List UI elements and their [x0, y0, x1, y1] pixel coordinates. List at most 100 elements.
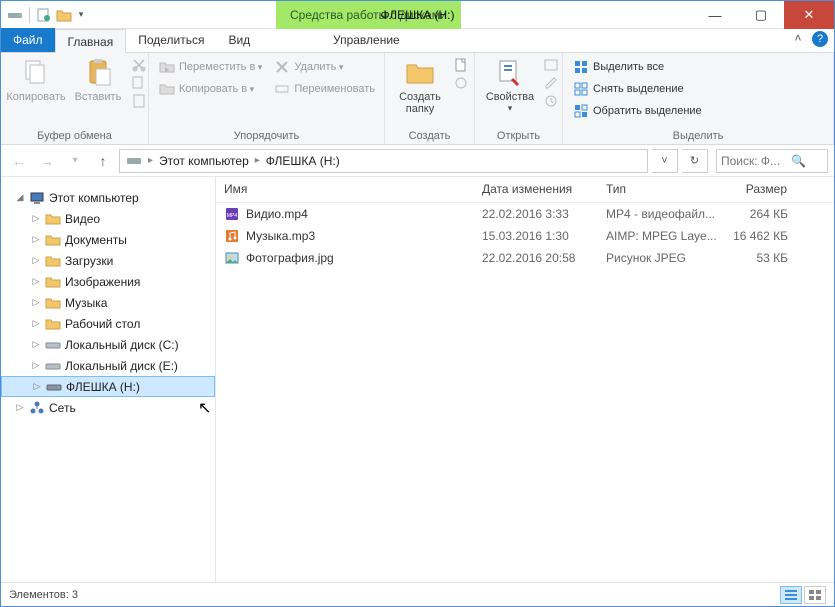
col-size[interactable]: Размер: [720, 177, 796, 202]
file-name: Видио.mp4: [246, 207, 308, 221]
help-button[interactable]: ?: [812, 31, 828, 47]
tree-item-label: ФЛЕШКА (H:): [66, 380, 140, 394]
rename-icon: [274, 81, 290, 97]
tree-network[interactable]: ▷ Сеть: [1, 397, 215, 418]
ribbon-collapse-button[interactable]: ˄: [790, 31, 806, 47]
tree-item-label: Локальный диск (C:): [65, 338, 179, 352]
invert-selection-button[interactable]: Обратить выделение: [569, 101, 706, 121]
tree-item[interactable]: ▷ Рабочий стол: [1, 313, 215, 334]
title-bar: ▾ Средства работы с дисками ФЛЕШКА (H:) …: [1, 1, 834, 29]
search-input[interactable]: [721, 154, 791, 168]
copy-button[interactable]: Копировать: [7, 55, 65, 105]
file-size: 264 КБ: [720, 207, 796, 221]
qat-dropdown[interactable]: ▾: [76, 9, 86, 20]
view-details-button[interactable]: [780, 586, 802, 604]
select-none-label: Снять выделение: [593, 83, 684, 95]
nav-up-button[interactable]: ↑: [91, 149, 115, 173]
properties-button[interactable]: Свойства ▾: [481, 55, 539, 116]
tab-manage[interactable]: Управление: [321, 28, 412, 52]
tree-item[interactable]: ▷ Локальный диск (C:): [1, 334, 215, 355]
file-list[interactable]: MP4 Видио.mp4 22.02.2016 3:33 MP4 - виде…: [216, 203, 834, 582]
usb-icon: [46, 379, 62, 395]
select-none-button[interactable]: Снять выделение: [569, 79, 706, 99]
rename-button[interactable]: Переименовать: [270, 79, 379, 99]
file-pane: Имя Дата изменения Тип Размер MP4 Видио.…: [216, 177, 834, 582]
tree-item-label: Документы: [65, 233, 127, 247]
tree-item[interactable]: ▷ Локальный диск (E:): [1, 355, 215, 376]
tree-item[interactable]: ▷ ФЛЕШКА (H:): [1, 376, 215, 397]
properties-label: Свойства: [486, 91, 534, 103]
minimize-button[interactable]: —: [692, 1, 738, 29]
paste-label: Вставить: [75, 91, 122, 103]
col-type[interactable]: Тип: [598, 177, 720, 202]
easy-access-icon[interactable]: [453, 75, 469, 91]
tab-share[interactable]: Поделиться: [126, 28, 216, 52]
col-date[interactable]: Дата изменения: [474, 177, 598, 202]
new-item-icon[interactable]: [453, 57, 469, 73]
folder-icon: [404, 57, 436, 89]
delete-label: Удалить: [294, 61, 343, 73]
disk-icon: [45, 358, 61, 374]
drive-icon: [126, 155, 142, 167]
tab-view[interactable]: Вид: [216, 28, 262, 52]
paste-button[interactable]: Вставить: [69, 55, 127, 105]
mp3-icon: [224, 228, 240, 244]
properties-icon: [494, 57, 526, 89]
copy-to-button[interactable]: Копировать в: [155, 79, 266, 99]
move-to-label: Переместить в: [179, 61, 262, 73]
breadcrumb[interactable]: ▸ Этот компьютер ▸ ФЛЕШКА (H:): [119, 149, 648, 173]
tree-root-computer[interactable]: ◢ Этот компьютер: [1, 187, 215, 208]
nav-back-button[interactable]: ←: [7, 149, 31, 173]
file-type: Рисунок JPEG: [598, 251, 720, 265]
navigation-pane[interactable]: ◢ Этот компьютер ▷ Видео ▷ Документы ▷ З…: [1, 177, 216, 582]
group-clipboard-label: Буфер обмена: [7, 128, 142, 144]
open-icon[interactable]: [543, 57, 559, 73]
folder-icon: [45, 316, 61, 332]
addr-dropdown-button[interactable]: ˅: [652, 149, 678, 173]
tree-item[interactable]: ▷ Документы: [1, 229, 215, 250]
group-select-label: Выделить: [569, 128, 827, 144]
qat-newfolder-icon[interactable]: [56, 7, 72, 23]
history-icon[interactable]: [543, 93, 559, 109]
delete-button[interactable]: Удалить: [270, 57, 379, 77]
maximize-button[interactable]: ▢: [738, 1, 784, 29]
status-count-label: Элементов:: [9, 589, 69, 601]
search-box[interactable]: 🔍: [716, 149, 828, 173]
new-folder-button[interactable]: Создать папку: [391, 55, 449, 117]
nav-forward-button[interactable]: →: [35, 149, 59, 173]
move-to-button[interactable]: Переместить в: [155, 57, 266, 77]
tree-item[interactable]: ▷ Видео: [1, 208, 215, 229]
edit-icon[interactable]: [543, 75, 559, 91]
group-organize-label: Упорядочить: [155, 128, 378, 144]
file-row[interactable]: Фотография.jpg 22.02.2016 20:58 Рисунок …: [216, 247, 834, 269]
folder-icon: [45, 232, 61, 248]
cut-icon[interactable]: [131, 57, 147, 73]
delete-icon: [274, 59, 290, 75]
paste-icon: [82, 57, 114, 89]
nav-recent-button[interactable]: ▾: [63, 149, 87, 173]
paste-shortcut-icon[interactable]: [131, 93, 147, 109]
col-name[interactable]: Имя: [216, 177, 474, 202]
refresh-button[interactable]: ↻: [682, 149, 708, 173]
file-row[interactable]: MP4 Видио.mp4 22.02.2016 3:33 MP4 - виде…: [216, 203, 834, 225]
file-row[interactable]: Музыка.mp3 15.03.2016 1:30 AIMP: MPEG La…: [216, 225, 834, 247]
crumb-current[interactable]: ФЛЕШКА (H:): [262, 154, 344, 168]
qat-properties-icon[interactable]: [36, 7, 52, 23]
select-all-button[interactable]: Выделить все: [569, 57, 706, 77]
crumb-root[interactable]: Этот компьютер: [155, 154, 253, 168]
close-button[interactable]: ✕: [784, 1, 834, 29]
tab-home[interactable]: Главная: [55, 29, 127, 53]
computer-icon: [29, 190, 45, 206]
tree-item[interactable]: ▷ Музыка: [1, 292, 215, 313]
copy-icon: [20, 57, 52, 89]
group-open-label: Открыть: [481, 128, 556, 144]
tab-file[interactable]: Файл: [1, 28, 55, 52]
tree-network-label: Сеть: [49, 401, 76, 415]
tree-item[interactable]: ▷ Загрузки: [1, 250, 215, 271]
file-name: Фотография.jpg: [246, 251, 334, 265]
view-icons-button[interactable]: [804, 586, 826, 604]
tree-item[interactable]: ▷ Изображения: [1, 271, 215, 292]
new-folder-label: Создать папку: [395, 91, 445, 115]
copy-path-icon[interactable]: [131, 75, 147, 91]
folder-icon: [45, 274, 61, 290]
